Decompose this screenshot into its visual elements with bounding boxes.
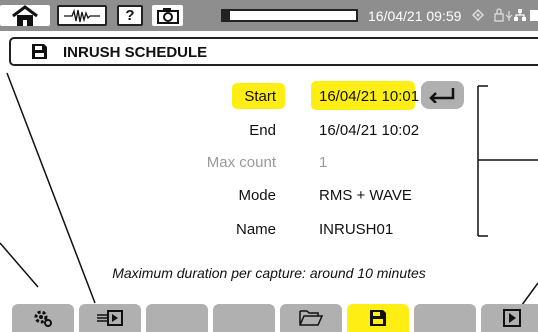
- function-key-7[interactable]: [414, 304, 476, 332]
- settings-key[interactable]: [12, 304, 74, 332]
- play-icon: [503, 309, 521, 327]
- function-key-4[interactable]: [213, 304, 275, 332]
- save-icon: [370, 310, 386, 326]
- folder-icon: [299, 310, 323, 326]
- export-key[interactable]: [79, 304, 141, 332]
- settings-icon: [34, 310, 52, 327]
- function-key-3[interactable]: [146, 304, 208, 332]
- export-icon: [97, 310, 123, 326]
- start-key[interactable]: [481, 304, 538, 332]
- save-key[interactable]: [347, 304, 409, 332]
- open-key[interactable]: [280, 304, 342, 332]
- annotation-lines: [0, 72, 538, 310]
